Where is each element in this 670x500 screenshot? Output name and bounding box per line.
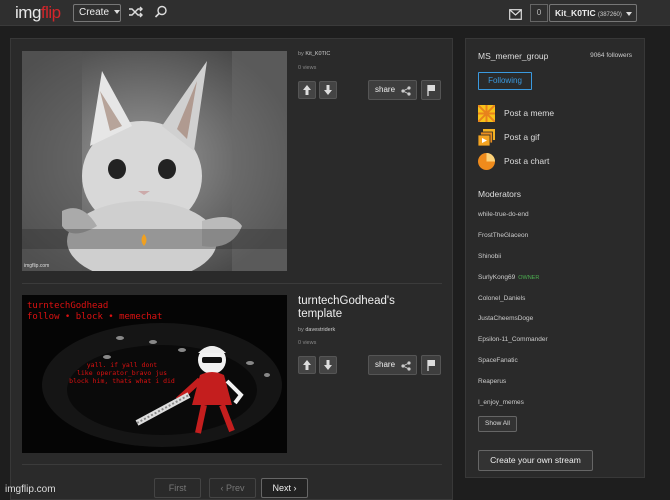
moderator-link[interactable]: Reaperus: [478, 378, 506, 385]
share-button[interactable]: share: [368, 355, 417, 375]
post-title[interactable]: turntechGodhead's template: [298, 295, 438, 321]
moderator-link[interactable]: SurlyKong69: [478, 274, 515, 281]
flag-button[interactable]: [421, 80, 441, 100]
overlay-header-text: turntechGodhead follow • block • memecha…: [27, 301, 163, 322]
downvote-button[interactable]: [319, 81, 337, 99]
moderator-link[interactable]: while-true-do-end: [478, 211, 529, 218]
show-all-button[interactable]: Show All: [478, 416, 517, 432]
view-count: 0 views: [298, 65, 317, 71]
upvote-button[interactable]: [298, 81, 316, 99]
user-menu-button[interactable]: Kit_K0TIC (387260): [549, 4, 637, 22]
create-dropdown-button[interactable]: Create: [73, 4, 121, 22]
chevron-down-icon: [113, 10, 120, 15]
chevron-down-icon: [626, 11, 633, 16]
moderator-link[interactable]: Colonel_Daniels: [478, 295, 525, 302]
by-label: by: [298, 327, 304, 333]
overlay-caption-text: yall. if yall dont like operator_bravo j…: [69, 361, 175, 385]
downvote-button[interactable]: [319, 356, 337, 374]
footer-watermark: imgflip.com: [5, 484, 56, 495]
create-stream-button[interactable]: Create your own stream: [478, 450, 593, 471]
by-label: by: [298, 51, 304, 57]
author-link[interactable]: Kit_K0TIC: [305, 51, 330, 57]
post-gif-action[interactable]: Post a gif: [477, 129, 539, 147]
owner-badge: OWNER: [518, 275, 540, 281]
prev-page-button[interactable]: ‹ Prev: [209, 478, 256, 498]
image-watermark: imgflip.com: [24, 263, 50, 269]
post-chart-action[interactable]: Post a chart: [478, 153, 549, 170]
first-page-button[interactable]: First: [154, 478, 201, 498]
flag-icon: [427, 85, 435, 96]
moderator-link[interactable]: Shinobii: [478, 253, 501, 260]
notification-count[interactable]: 0: [530, 4, 548, 22]
share-icon: [401, 361, 411, 371]
moderator-link[interactable]: SpaceFanatic: [478, 357, 518, 364]
mail-icon[interactable]: [509, 7, 522, 25]
meme-stream: imgflip.com by Kit_K0TIC 0 views share t…: [10, 38, 453, 500]
view-count: 0 views: [298, 340, 317, 346]
group-sidebar: MS_memer_group 9064 followers Following …: [465, 38, 645, 478]
meme-image[interactable]: imgflip.com: [22, 51, 287, 271]
moderator-link[interactable]: JustaCheemsDoge: [478, 315, 533, 322]
flag-icon: [427, 360, 435, 371]
top-navbar: imgflip Create 0 Kit_K0TIC (387260): [0, 0, 670, 26]
moderators-heading: Moderators: [478, 189, 521, 199]
share-button[interactable]: share: [368, 80, 417, 100]
moderator-link[interactable]: FrostTheGlaceon: [478, 232, 528, 239]
pie-chart-icon: [478, 153, 495, 170]
post-meme-action[interactable]: Post a meme: [477, 104, 554, 123]
imgflip-logo[interactable]: imgflip: [15, 3, 61, 23]
meme-icon: [477, 104, 496, 123]
upvote-button[interactable]: [298, 356, 316, 374]
post-author: by Kit_K0TIC: [298, 51, 330, 57]
moderator-row: SurlyKong69 OWNER: [478, 274, 539, 281]
post-divider: [22, 464, 442, 465]
next-page-button[interactable]: Next ›: [261, 478, 308, 498]
post-divider: [22, 283, 442, 284]
meme-image[interactable]: turntechGodhead follow • block • memecha…: [22, 295, 287, 453]
flag-button[interactable]: [421, 355, 441, 375]
moderator-link[interactable]: Epsilon-11_Commander: [478, 336, 548, 343]
post-author: by davestriderk: [298, 327, 335, 333]
moderator-link[interactable]: I_enjoy_memes: [478, 399, 524, 406]
shuffle-icon[interactable]: [128, 5, 144, 24]
share-icon: [401, 86, 411, 96]
author-link[interactable]: davestriderk: [305, 327, 335, 333]
group-name[interactable]: MS_memer_group: [478, 51, 548, 61]
gif-icon: [477, 129, 495, 147]
follower-count: 9064 followers: [590, 52, 632, 59]
following-button[interactable]: Following: [478, 72, 532, 90]
search-icon[interactable]: [154, 5, 168, 24]
